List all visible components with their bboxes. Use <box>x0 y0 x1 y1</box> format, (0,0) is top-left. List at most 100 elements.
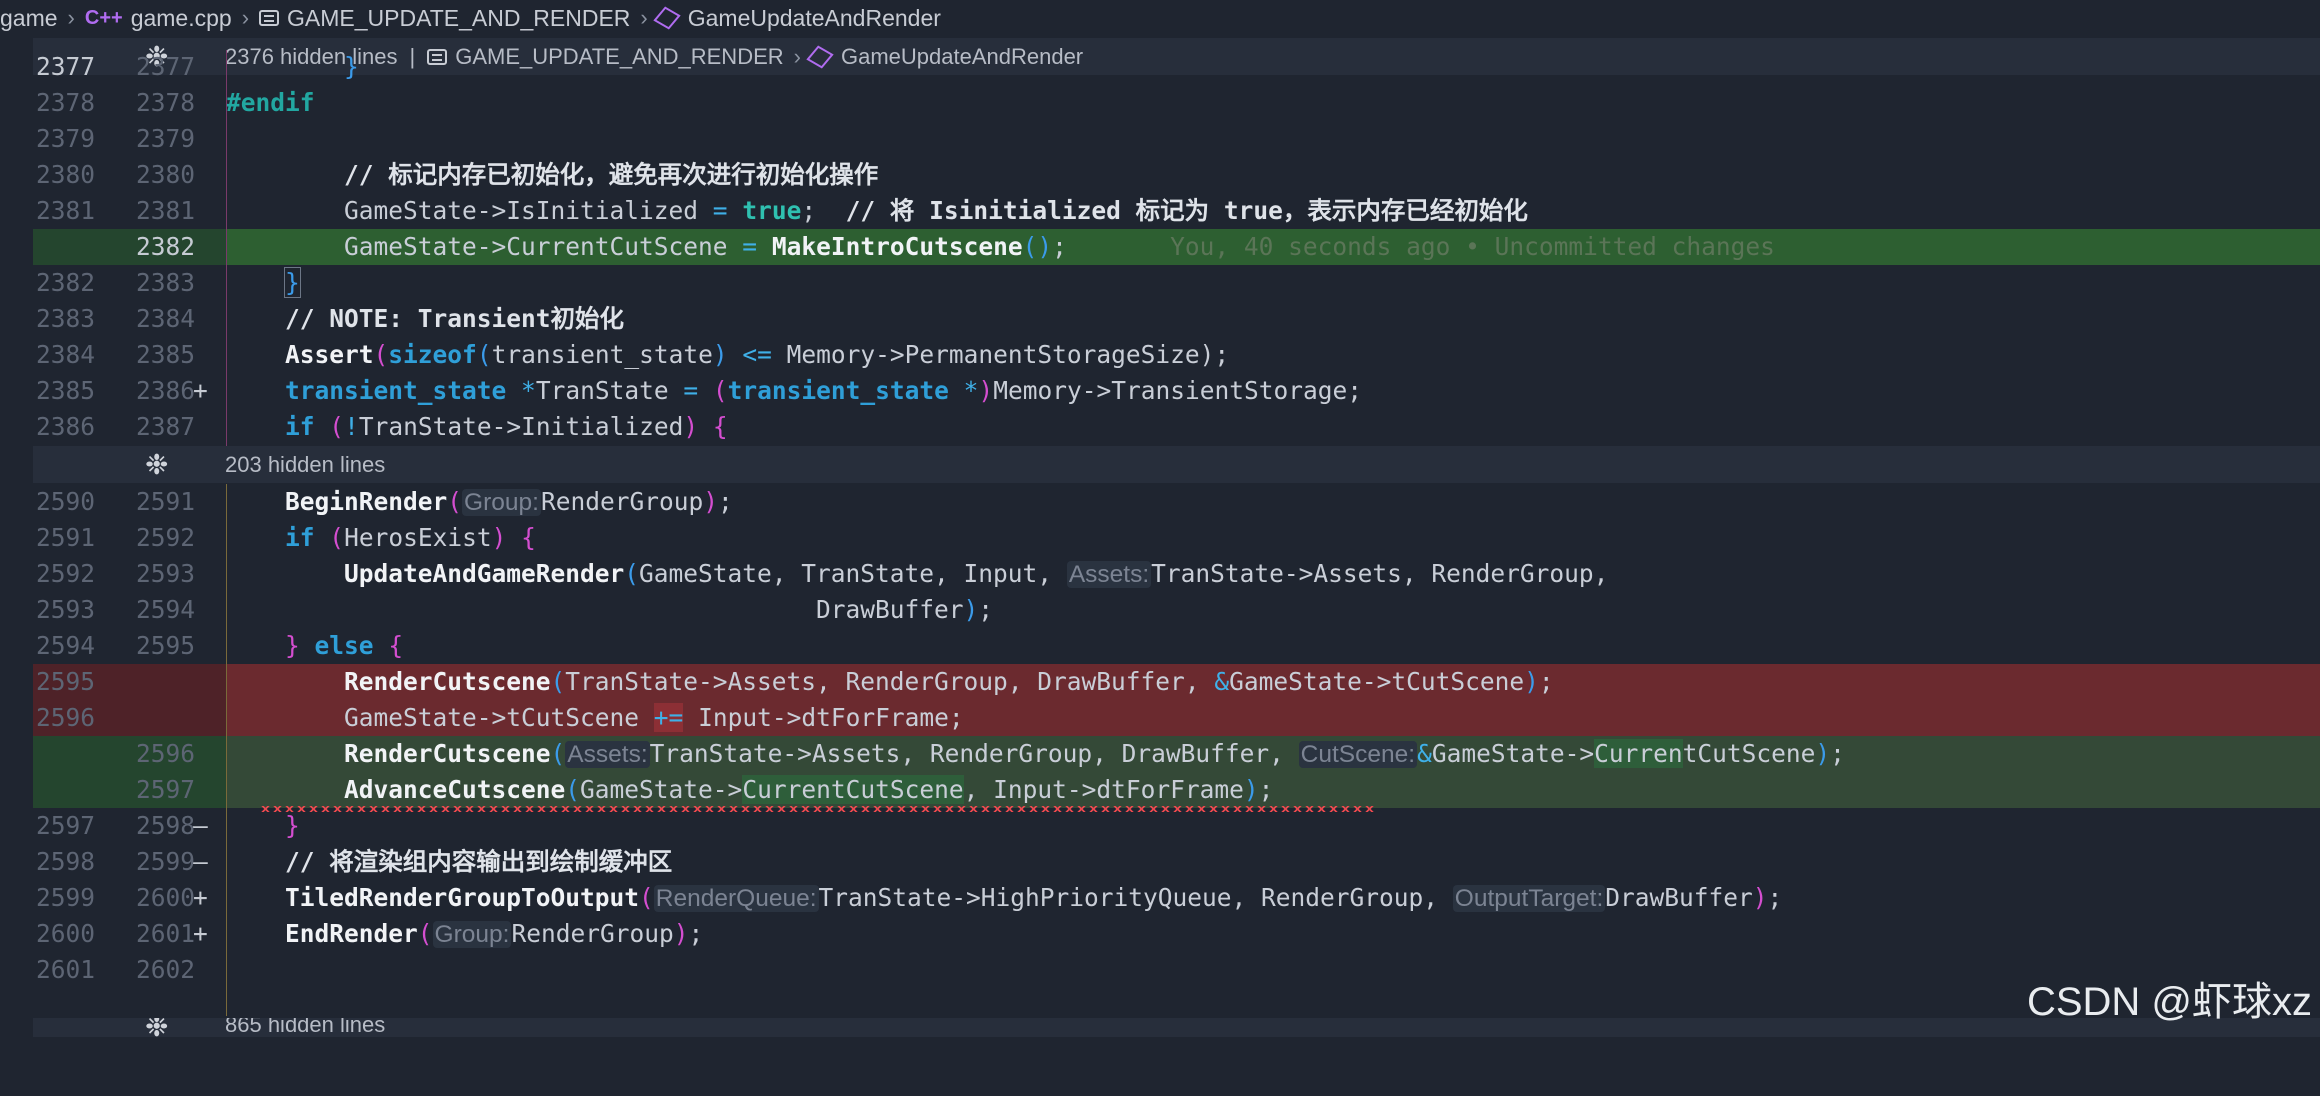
new-line-number: 2381 <box>135 196 195 225</box>
code-text: // 标记内存已初始化，避免再次进行初始化操作 <box>344 160 879 189</box>
breadcrumb-root[interactable]: game <box>0 5 58 32</box>
hidden-lines-label: 203 hidden lines <box>225 451 386 477</box>
chevron-right-icon: › <box>67 5 75 30</box>
old-line-number: 2597 <box>35 811 95 840</box>
code-line[interactable]: 2601 2602 <box>33 952 2320 988</box>
code-text: BeginRender(Group:RenderGroup); <box>285 487 733 516</box>
new-line-number: 2383 <box>135 268 195 297</box>
breadcrumb-file[interactable]: C++ game.cpp <box>85 5 232 32</box>
code-line[interactable]: 2380 2380 // 标记内存已初始化，避免再次进行初始化操作 <box>33 157 2320 193</box>
inlay-hint: Assets: <box>1066 561 1152 588</box>
code-text: transient_state *TranState = (transient_… <box>285 376 1362 405</box>
code-line[interactable]: 2385 2386 transient_state *TranState = (… <box>33 373 2320 409</box>
breadcrumb-namespace-label: GAME_UPDATE_AND_RENDER <box>287 4 631 31</box>
old-line-number: 2600 <box>35 919 95 948</box>
old-line-number: 2601 <box>35 955 95 984</box>
old-line-number: 2386 <box>35 412 95 441</box>
old-line-number: 2596 <box>35 703 95 732</box>
code-text: } <box>284 267 301 298</box>
old-line-number: 2594 <box>35 631 95 660</box>
watermark: CSDN @虾球xz <box>2026 980 2312 1024</box>
new-line-number: 2377 <box>135 52 195 81</box>
new-line-number: 2598 <box>135 811 195 840</box>
code-line[interactable]: 2600 2601 EndRender(Group:RenderGroup); <box>33 916 2320 952</box>
new-line-number: 2387 <box>135 412 195 441</box>
code-text: TiledRenderGroupToOutput(RenderQueue:Tra… <box>285 883 1783 912</box>
breadcrumb: game › C++ game.cpp › GAME_UPDATE_AND_RE… <box>0 0 2320 36</box>
inlay-hint: Group: <box>462 489 541 516</box>
inlay-hint: Assets: <box>565 741 650 768</box>
old-line-number: 2599 <box>35 883 95 912</box>
code-line[interactable]: 2384 2385 Assert(sizeof(transient_state)… <box>33 337 2320 373</box>
activity-gutter <box>0 36 33 1037</box>
code-line[interactable]: 2381 2381 GameState->IsInitialized = tru… <box>33 193 2320 229</box>
added-line[interactable]: 2596 + RenderCutscene(Assets:TranState->… <box>33 736 2320 912</box>
breadcrumb-symbol[interactable]: GameUpdateAndRender <box>653 4 941 32</box>
code-text: } <box>344 52 359 81</box>
hidden-lines-bar[interactable]: ❉ 203 hidden lines <box>33 446 2320 483</box>
code-line[interactable]: 2383 2384 // NOTE: Transient初始化 <box>33 301 2320 337</box>
unfold-icon[interactable]: ❉ <box>145 448 168 481</box>
new-line-number: 2386 <box>135 376 195 405</box>
new-line-number: 2592 <box>135 523 195 552</box>
code-text: // NOTE: Transient初始化 <box>285 304 625 333</box>
code-line[interactable]: 2378 2378 #endif <box>33 85 2320 121</box>
diff-editor[interactable]: ❉ 2376 hidden lines | GAME_UPDATE_AND_RE… <box>0 36 2320 1037</box>
code-line[interactable]: 2377 2377 } <box>33 49 2320 85</box>
old-line-number: 2384 <box>35 340 95 369</box>
added-line[interactable]: 2597 + AdvanceCutscene(GameState->Curren… <box>33 772 2320 948</box>
deleted-line[interactable]: 2595 — RenderCutscene(TranState->Assets,… <box>33 664 2320 840</box>
code-line[interactable]: 2379 2379 <box>33 121 2320 157</box>
new-line-number: 2602 <box>135 955 195 984</box>
method-icon <box>653 6 681 30</box>
namespace-icon <box>259 10 280 26</box>
new-line-number: 2599 <box>135 847 195 876</box>
old-line-number: 2592 <box>35 559 95 588</box>
new-line-number: 2600 <box>135 883 195 912</box>
code-line[interactable]: 2382 2383 } <box>33 265 2320 301</box>
inlay-hint: OutputTarget: <box>1452 885 1606 912</box>
old-line-number: 2378 <box>35 88 95 117</box>
code-text: if (HerosExist) { <box>285 523 536 552</box>
code-text: #endif <box>226 88 315 117</box>
old-line-number: 2379 <box>35 124 95 153</box>
code-line[interactable]: 2386 2387 if (!TranState->Initialized) { <box>33 409 2320 445</box>
new-line-number: 2594 <box>135 595 195 624</box>
scope-guide <box>226 484 227 1016</box>
hidden-lines-bar[interactable]: ❉ 865 hidden lines <box>33 1018 2320 1037</box>
code-text: } <box>285 811 300 840</box>
git-blame-annotation: You, 40 seconds ago • Uncommitted change… <box>1170 232 1775 261</box>
code-text: UpdateAndGameRender(GameState, TranState… <box>344 559 1609 588</box>
breadcrumb-file-label: game.cpp <box>130 4 232 31</box>
scope-guide <box>226 50 227 446</box>
deleted-line[interactable]: 2596 — GameState->tCutScene += Input->dt… <box>33 700 2320 876</box>
code-text: GameState->CurrentCutScene = MakeIntroCu… <box>344 232 1775 261</box>
code-text: EndRender(Group:RenderGroup); <box>285 919 704 948</box>
old-line-number: 2385 <box>35 376 95 405</box>
code-text: DrawBuffer); <box>816 595 994 624</box>
unfold-icon[interactable]: ❉ <box>145 1018 168 1037</box>
inlay-hint: CutScene: <box>1298 741 1418 768</box>
old-line-number: 2595 <box>35 667 95 696</box>
old-line-number: 2382 <box>35 268 95 297</box>
breadcrumb-namespace[interactable]: GAME_UPDATE_AND_RENDER <box>259 5 630 32</box>
code-line[interactable]: 2592 2593 UpdateAndGameRender(GameState,… <box>33 556 2320 592</box>
code-line[interactable]: 2593 2594 DrawBuffer); <box>33 592 2320 628</box>
new-line-number: 2597 <box>135 775 195 804</box>
breadcrumb-symbol-label: GameUpdateAndRender <box>687 4 941 31</box>
code-line[interactable]: 2599 2600 TiledRenderGroupToOutput(Rende… <box>33 880 2320 916</box>
code-line[interactable]: 2597 2598 } <box>33 808 2320 844</box>
cpp-file-icon: C++ <box>84 6 123 29</box>
chevron-right-icon: › <box>241 5 250 30</box>
old-line-number: 2590 <box>35 487 95 516</box>
new-line-number: 2379 <box>135 124 195 153</box>
added-line[interactable]: 2382 + GameState->CurrentCutScene = Make… <box>33 229 2320 405</box>
code-text: RenderCutscene(Assets:TranState->Assets,… <box>344 739 1845 768</box>
old-line-number: 2593 <box>35 595 95 624</box>
code-line[interactable]: 2598 2599 // 将渲染组内容输出到绘制缓冲区 <box>33 844 2320 880</box>
code-line[interactable]: 2591 2592 if (HerosExist) { <box>33 520 2320 556</box>
new-line-number: 2601 <box>135 919 195 948</box>
code-line[interactable]: 2594 2595 } else { <box>33 628 2320 664</box>
old-line-number: 2383 <box>35 304 95 333</box>
code-line[interactable]: 2590 2591 BeginRender(Group:RenderGroup)… <box>33 484 2320 520</box>
